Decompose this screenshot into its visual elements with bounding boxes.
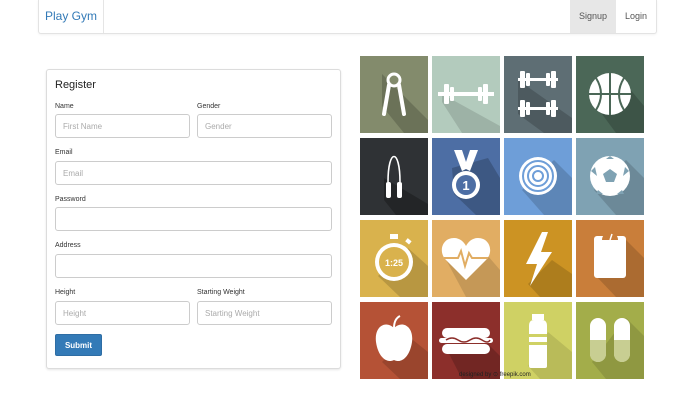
medal-number: 1 bbox=[462, 178, 469, 193]
target-icon bbox=[504, 138, 572, 215]
address-input[interactable] bbox=[55, 254, 332, 278]
starting-weight-input[interactable] bbox=[197, 301, 332, 325]
medal-icon: 1 bbox=[432, 138, 500, 215]
login-link[interactable]: Login bbox=[616, 0, 656, 33]
dumbbells-icon bbox=[504, 56, 572, 133]
bottle-icon bbox=[504, 302, 572, 379]
name-label: Name bbox=[55, 103, 74, 110]
first-name-input[interactable] bbox=[55, 114, 190, 138]
hand-grip-icon bbox=[360, 56, 428, 133]
tile-hotdog bbox=[432, 302, 500, 379]
barbell-icon bbox=[432, 56, 500, 133]
starting-weight-label: Starting Weight bbox=[197, 289, 245, 296]
tile-lightning bbox=[504, 220, 572, 297]
tile-bottle bbox=[504, 302, 572, 379]
navbar: Play Gym Signup Login bbox=[38, 0, 657, 34]
jump-rope-icon bbox=[360, 138, 428, 215]
signup-link[interactable]: Signup bbox=[569, 0, 616, 33]
nav-right: Signup Login bbox=[569, 0, 656, 33]
height-input[interactable] bbox=[55, 301, 190, 325]
tile-pills bbox=[576, 302, 644, 379]
gender-label: Gender bbox=[197, 103, 221, 110]
email-label: Email bbox=[55, 149, 73, 156]
stopwatch-icon: 1:25 bbox=[360, 220, 428, 297]
email-input[interactable] bbox=[55, 161, 332, 185]
address-label: Address bbox=[55, 242, 81, 249]
register-panel: Register Name Gender Email Password Addr… bbox=[46, 69, 341, 369]
tile-jump-rope bbox=[360, 138, 428, 215]
tile-stopwatch: 1:25 bbox=[360, 220, 428, 297]
register-title: Register bbox=[55, 79, 96, 91]
submit-button[interactable]: Submit bbox=[55, 334, 102, 356]
tile-soccer-ball bbox=[576, 138, 644, 215]
scale-icon bbox=[576, 220, 644, 297]
soccer-ball-icon bbox=[576, 138, 644, 215]
pills-icon bbox=[576, 302, 644, 379]
tile-dumbbells bbox=[504, 56, 572, 133]
stopwatch-time: 1:25 bbox=[385, 258, 403, 268]
tile-apple bbox=[360, 302, 428, 379]
tile-target bbox=[504, 138, 572, 215]
tile-barbell bbox=[432, 56, 500, 133]
tile-heartbeat bbox=[432, 220, 500, 297]
password-label: Password bbox=[55, 196, 86, 203]
brand-link[interactable]: Play Gym bbox=[39, 0, 104, 33]
freepik-credit: designed by ⊙ freepik.com bbox=[459, 372, 531, 378]
tile-basketball bbox=[576, 56, 644, 133]
basketball-icon bbox=[576, 56, 644, 133]
lightning-icon bbox=[504, 220, 572, 297]
height-label: Height bbox=[55, 289, 76, 296]
apple-icon bbox=[360, 302, 428, 379]
tile-hand-grip bbox=[360, 56, 428, 133]
fitness-icon-grid: 1 1:25 bbox=[360, 56, 644, 379]
password-input[interactable] bbox=[55, 207, 332, 231]
tile-scale bbox=[576, 220, 644, 297]
tile-medal: 1 bbox=[432, 138, 500, 215]
heartbeat-icon bbox=[432, 220, 500, 297]
hotdog-icon bbox=[432, 302, 500, 379]
gender-input[interactable] bbox=[197, 114, 332, 138]
